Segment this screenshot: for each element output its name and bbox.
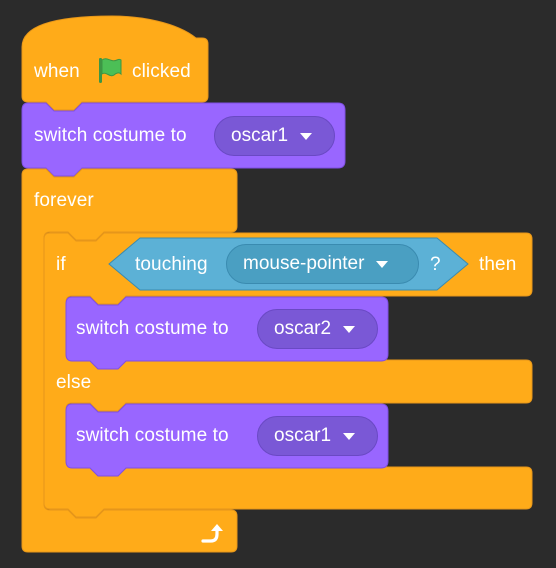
if-label: if xyxy=(56,254,66,275)
hat-clicked-label: clicked xyxy=(132,61,191,82)
else-label: else xyxy=(56,372,92,393)
chevron-down-icon xyxy=(300,132,313,140)
hat-when-label: when xyxy=(34,61,80,82)
chevron-down-icon xyxy=(343,432,356,440)
green-flag-icon xyxy=(99,58,122,83)
question-mark-label: ? xyxy=(430,254,441,275)
touching-target-value: mouse-pointer xyxy=(243,253,365,274)
costume-dropdown-1-value: oscar1 xyxy=(231,125,289,146)
switch-costume-label-1: switch costume to xyxy=(34,125,187,146)
chevron-down-icon xyxy=(343,325,356,333)
block-shapes xyxy=(21,15,533,553)
scratch-script-area: when clicked switch costume to oscar1 fo… xyxy=(0,0,556,568)
chevron-down-icon xyxy=(376,260,389,268)
then-label: then xyxy=(479,254,517,275)
switch-costume-label-2: switch costume to xyxy=(76,318,229,339)
touching-label: touching xyxy=(135,254,208,275)
touching-target-dropdown[interactable]: mouse-pointer xyxy=(226,244,419,284)
switch-costume-label-3: switch costume to xyxy=(76,425,229,446)
costume-dropdown-2[interactable]: oscar2 xyxy=(257,309,378,349)
costume-dropdown-1[interactable]: oscar1 xyxy=(214,116,335,156)
forever-label: forever xyxy=(34,190,94,211)
costume-dropdown-3-value: oscar1 xyxy=(274,425,332,446)
costume-dropdown-2-value: oscar2 xyxy=(274,318,332,339)
loop-arrow-icon xyxy=(201,524,223,543)
costume-dropdown-3[interactable]: oscar1 xyxy=(257,416,378,456)
